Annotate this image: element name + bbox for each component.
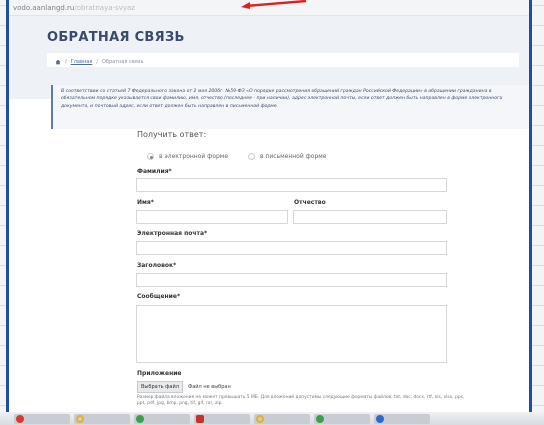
message-label: Сообщение* — [137, 293, 181, 300]
email-field[interactable] — [136, 241, 447, 255]
patronymic-field[interactable] — [293, 210, 447, 224]
subject-field[interactable] — [136, 273, 447, 287]
patronymic-label: Отчество — [294, 199, 326, 206]
surname-field[interactable] — [136, 178, 447, 192]
green-leaf-icon — [136, 414, 144, 423]
taskbar-item[interactable] — [14, 413, 70, 424]
breadcrumb-separator: / — [96, 59, 98, 65]
answer-method-radio-group: в электронной форме в письменной форме — [147, 153, 447, 160]
yellow-ring-icon — [256, 414, 264, 423]
get-answer-label: Получить ответ: — [137, 130, 207, 139]
file-size-note: Размер файла вложения не может превышать… — [137, 395, 465, 407]
message-textarea[interactable] — [136, 305, 447, 363]
yellow-ring-icon — [76, 414, 84, 423]
blue-ball-icon — [376, 414, 384, 423]
radio-electronic[interactable]: в электронной форме — [147, 153, 228, 160]
page-title: ОБРАТНАЯ СВЯЗЬ — [47, 30, 185, 45]
url-path: /obratnaya-svyaz — [74, 4, 135, 12]
taskbar-item[interactable] — [314, 413, 370, 424]
browser-window: vodo.aanlangd.ru/obratnaya-svyaz ОБРАТНА… — [6, 0, 532, 412]
red-square-icon — [196, 414, 204, 423]
feedback-form: Получить ответ: в электронной форме в пи… — [137, 130, 447, 160]
breadcrumb-home-link[interactable]: Главная — [71, 59, 93, 65]
file-status: Файл не выбран — [187, 384, 231, 390]
attachment-label: Приложение — [137, 370, 182, 377]
radio-written[interactable]: в письменной форме — [248, 153, 326, 160]
taskbar-item[interactable] — [374, 413, 430, 424]
subject-label: Заголовок* — [137, 262, 177, 269]
red-circle-icon — [16, 414, 24, 423]
breadcrumb-current: Обратная связь — [101, 59, 144, 65]
taskbar-item[interactable] — [74, 413, 130, 424]
taskbar-item[interactable] — [254, 413, 310, 424]
name-label: Имя* — [137, 199, 154, 206]
home-icon[interactable] — [55, 59, 61, 65]
file-picker: Выбрать файл Файл не выбран — [137, 381, 231, 393]
breadcrumb-separator: / — [65, 59, 67, 65]
taskbar-item[interactable] — [194, 413, 250, 424]
surname-label: Фамилия* — [137, 168, 172, 175]
web-page: vodo.aanlangd.ru/obratnaya-svyaz ОБРАТНА… — [9, 0, 529, 412]
green-leaf-icon — [316, 414, 324, 423]
name-field[interactable] — [136, 210, 288, 224]
taskbar-item[interactable] — [134, 413, 190, 424]
radio-electronic-label: в электронной форме — [159, 153, 229, 160]
radio-selected-icon[interactable] — [147, 153, 154, 160]
radio-unselected-icon[interactable] — [248, 153, 256, 160]
choose-file-button[interactable]: Выбрать файл — [137, 381, 183, 393]
taskbar — [0, 412, 544, 425]
legal-notice: В соответствии со статьей 7 Федерального… — [51, 85, 529, 129]
url-host: vodo.aanlangd.ru — [13, 4, 75, 12]
email-label: Электронная почта* — [137, 230, 208, 237]
radio-written-label: в письменной форме — [260, 153, 327, 160]
red-arrow-annotation — [241, 0, 307, 9]
breadcrumb: / Главная / Обратная связь — [47, 53, 519, 67]
